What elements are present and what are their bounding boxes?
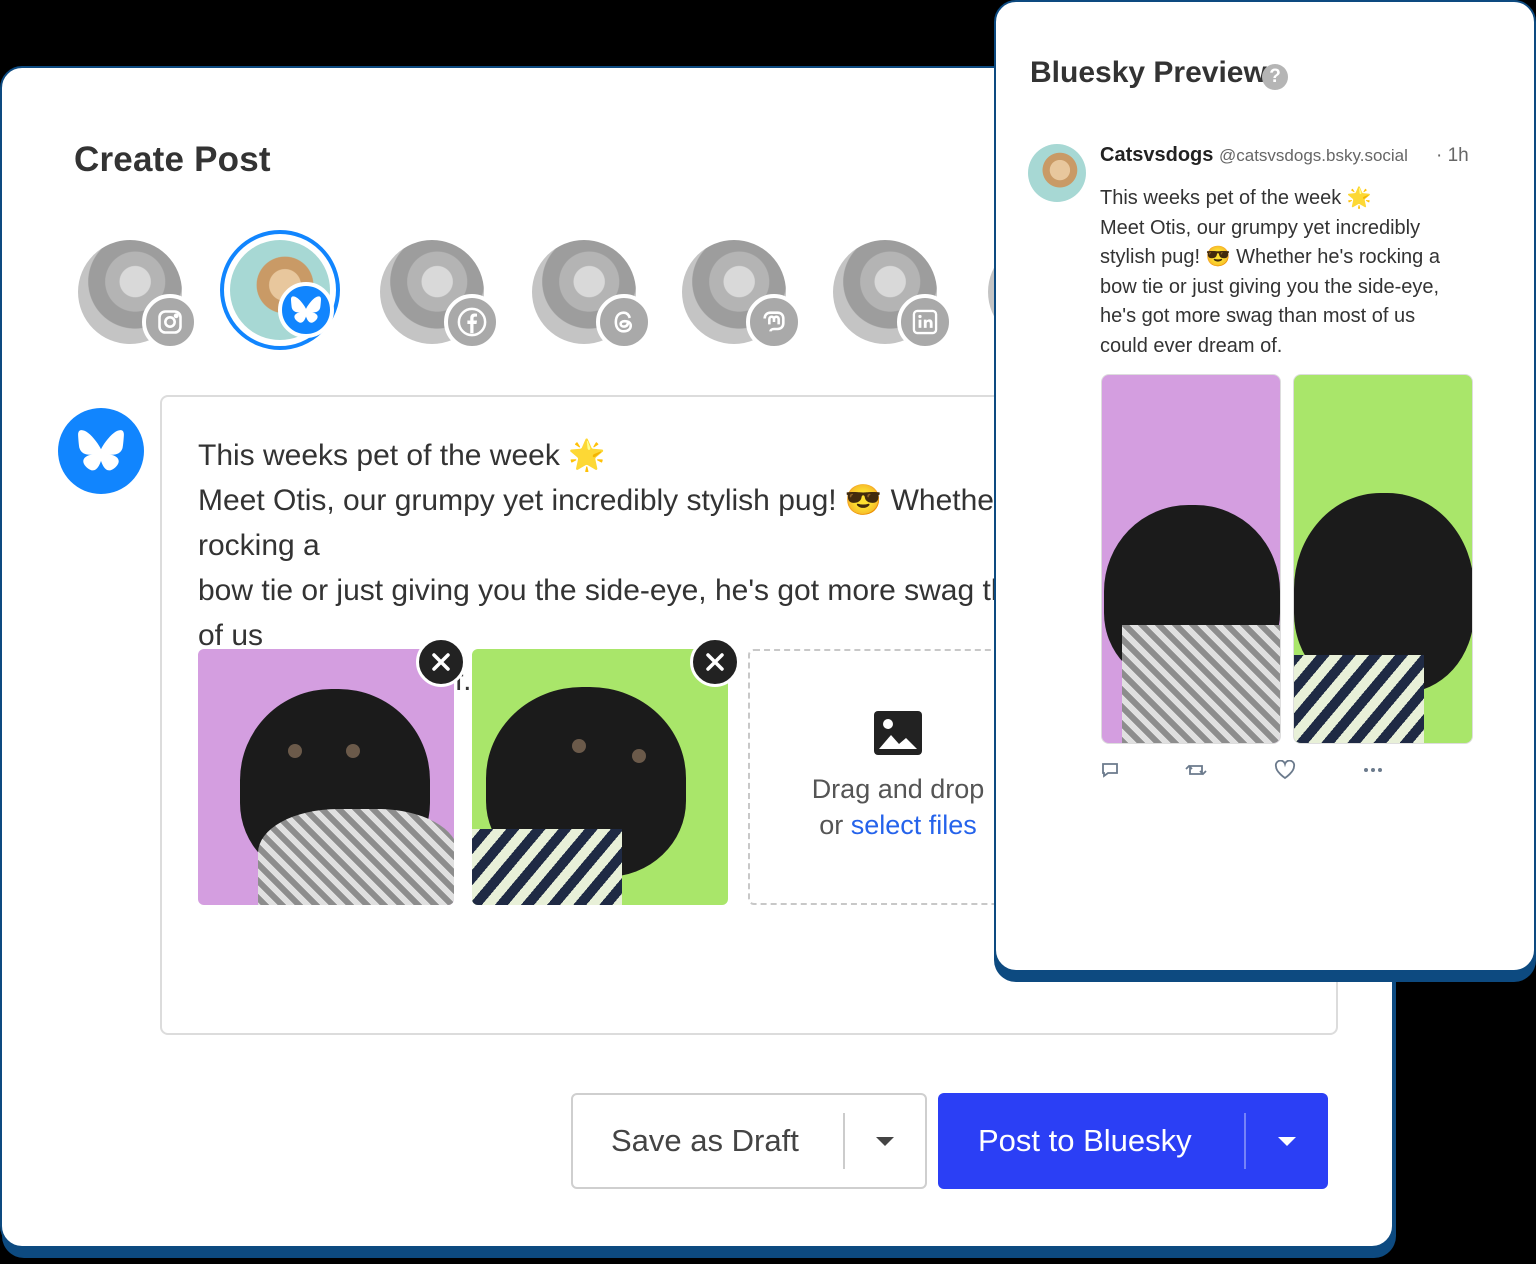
- account-threads[interactable]: [532, 240, 652, 350]
- threads-icon: [596, 294, 652, 350]
- select-files-link[interactable]: select files: [851, 810, 977, 840]
- save-draft-label: Save as Draft: [611, 1123, 799, 1158]
- account-selector: [78, 230, 1092, 360]
- chevron-down-icon[interactable]: [1246, 1136, 1328, 1146]
- preview-title: Bluesky Preview: [1030, 56, 1267, 89]
- account-bluesky[interactable]: [220, 230, 340, 350]
- handle: @catsvsdogs.bsky.social: [1219, 146, 1408, 165]
- page-title: Create Post: [74, 140, 271, 179]
- image-icon: [872, 709, 924, 757]
- butterfly-icon: [278, 282, 334, 338]
- help-icon[interactable]: ?: [1262, 64, 1288, 90]
- post-button-label: Post to Bluesky: [978, 1123, 1192, 1158]
- facebook-icon: [444, 294, 500, 350]
- post-to-bluesky-button[interactable]: Post to Bluesky: [938, 1093, 1328, 1189]
- account-facebook[interactable]: [380, 240, 500, 350]
- media-thumbnail[interactable]: [198, 637, 466, 905]
- account-mastodon[interactable]: [682, 240, 802, 350]
- remove-media-button[interactable]: [416, 637, 466, 687]
- avatar: [1028, 144, 1086, 202]
- pug-photo: [472, 649, 728, 905]
- like-icon[interactable]: [1274, 759, 1296, 785]
- pug-photo: [198, 649, 454, 905]
- account-linkedin[interactable]: [833, 240, 953, 350]
- account-instagram[interactable]: [78, 240, 198, 350]
- preview-image: [1101, 374, 1281, 744]
- media-thumbnail[interactable]: [472, 637, 740, 905]
- save-draft-button[interactable]: Save as Draft: [571, 1093, 927, 1189]
- repost-icon[interactable]: [1184, 760, 1208, 785]
- display-name: Catsvsdogs: [1100, 144, 1214, 166]
- butterfly-icon: [58, 408, 144, 494]
- bluesky-preview-panel: Bluesky Preview ? Catsvsdogs @catsvsdogs…: [994, 0, 1536, 972]
- preview-post-text: This weeks pet of the week 🌟 Meet Otis, …: [1100, 187, 1440, 357]
- instagram-icon: [142, 294, 198, 350]
- chevron-down-icon[interactable]: [845, 1136, 925, 1146]
- post-actions: [1100, 759, 1400, 785]
- reply-icon[interactable]: [1100, 760, 1120, 785]
- more-icon[interactable]: [1362, 760, 1384, 785]
- mastodon-icon: [746, 294, 802, 350]
- dropzone-prefix: or: [819, 810, 851, 840]
- remove-media-button[interactable]: [690, 637, 740, 687]
- preview-image: [1293, 374, 1473, 744]
- linkedin-icon: [897, 294, 953, 350]
- timestamp: · 1h: [1436, 145, 1469, 166]
